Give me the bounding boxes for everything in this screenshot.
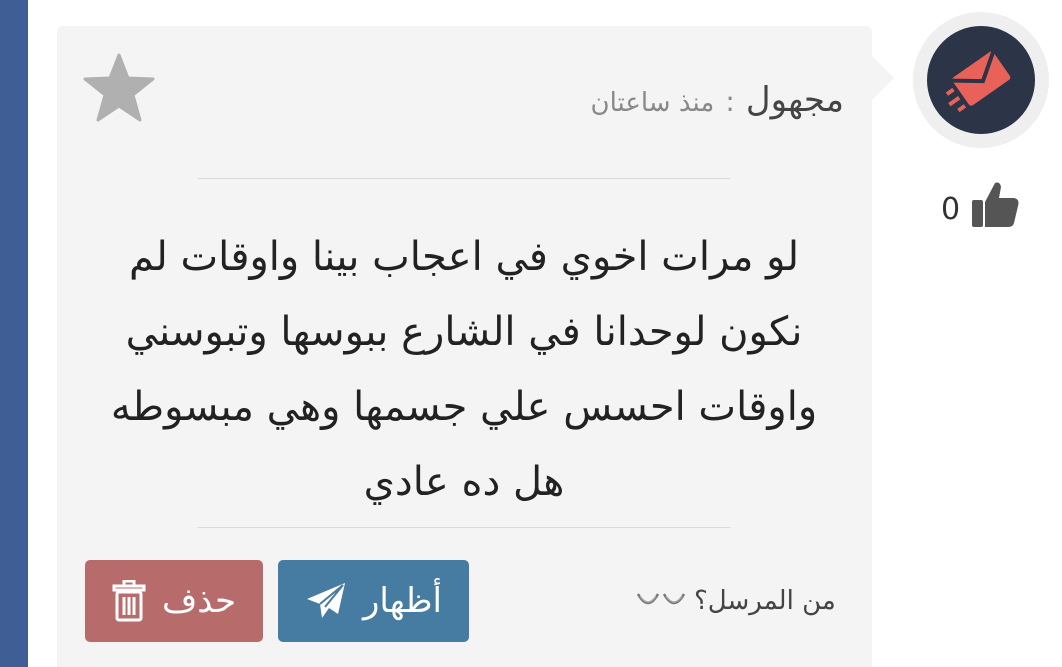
like-count: 0 bbox=[941, 192, 961, 227]
sender-question-label: من المرسل؟ bbox=[694, 586, 836, 616]
reveal-button-label: أظهار bbox=[363, 581, 442, 621]
separator: : bbox=[725, 85, 735, 118]
paper-plane-icon bbox=[307, 583, 346, 618]
thumbs-up-icon[interactable] bbox=[969, 178, 1021, 230]
like-control[interactable]: 0 bbox=[935, 178, 1027, 234]
card-pointer bbox=[872, 56, 894, 100]
eyes-icon bbox=[636, 593, 686, 605]
sender-question[interactable]: من المرسل؟ bbox=[636, 586, 836, 616]
author-name: مجهول bbox=[745, 80, 844, 120]
message-text: لو مرات اخوي في اعجاب بينا واوقات لم نكو… bbox=[110, 234, 818, 505]
delete-button-label: حذف bbox=[161, 581, 237, 621]
envelope-icon bbox=[945, 51, 1011, 113]
timestamp: منذ ساعتان bbox=[590, 88, 715, 118]
trash-icon bbox=[112, 580, 146, 622]
author-line: مجهول : منذ ساعتان bbox=[590, 80, 844, 120]
divider-top bbox=[198, 178, 730, 179]
avatar[interactable] bbox=[913, 12, 1049, 148]
star-icon[interactable] bbox=[82, 52, 156, 124]
divider-bottom bbox=[198, 527, 730, 528]
reveal-button[interactable]: أظهار bbox=[278, 560, 469, 642]
avatar-circle bbox=[927, 26, 1035, 134]
delete-button[interactable]: حذف bbox=[85, 560, 263, 642]
